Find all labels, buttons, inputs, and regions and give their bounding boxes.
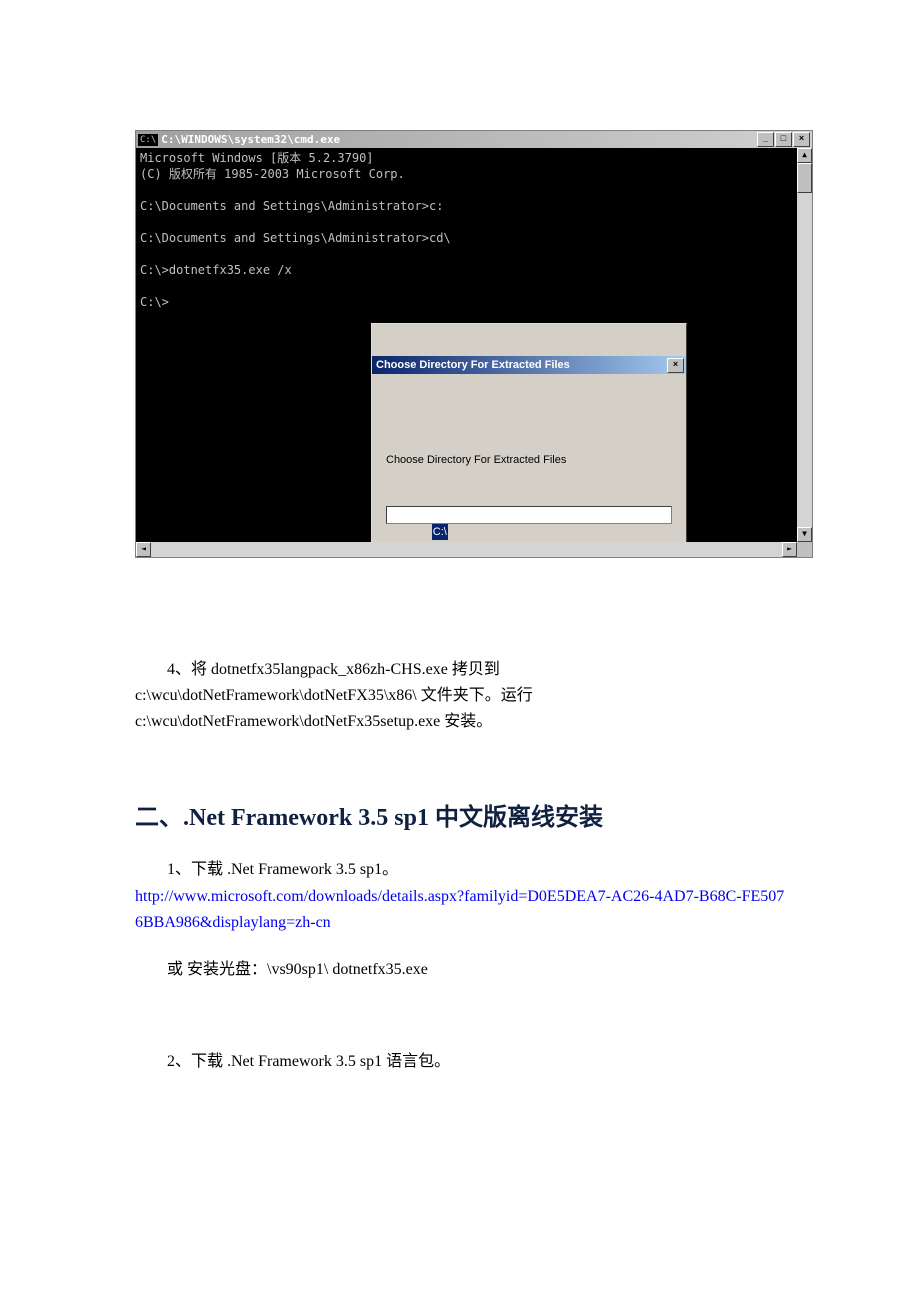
download-link[interactable]: http://www.microsoft.com/downloads/detai… bbox=[135, 884, 785, 936]
paragraph-4-line2: c:\wcu\dotNetFramework\dotNetFX35\x86\ 文… bbox=[135, 684, 785, 708]
vertical-scrollbar[interactable]: ▲ ▼ bbox=[797, 148, 812, 542]
heading-section-2: 二、.Net Framework 3.5 sp1 中文版离线安装 bbox=[135, 806, 785, 830]
scroll-right-icon[interactable]: ► bbox=[782, 542, 797, 557]
cmd-titlebar: C:\ C:\WINDOWS\system32\cmd.exe _ □ × bbox=[136, 131, 812, 148]
or-disc-line: 或 安装光盘：\vs90sp1\ dotnetfx35.exe bbox=[135, 958, 785, 982]
paragraph-4-line1: 4、将 dotnetfx35langpack_x86zh-CHS.exe 拷贝到 bbox=[135, 658, 785, 682]
extract-dialog: Choose Directory For Extracted Files × C… bbox=[371, 323, 687, 542]
horizontal-scrollbar[interactable]: ◄ ► bbox=[136, 542, 797, 557]
cmd-title-text: C:\WINDOWS\system32\cmd.exe bbox=[161, 133, 340, 146]
directory-input[interactable]: C:\ bbox=[386, 506, 672, 524]
dialog-close-button[interactable]: × bbox=[667, 358, 684, 373]
cmd-icon: C:\ bbox=[138, 134, 158, 146]
resize-grip-icon[interactable] bbox=[797, 542, 812, 557]
directory-value: C:\ bbox=[432, 524, 448, 540]
dialog-label: Choose Directory For Extracted Files bbox=[386, 452, 672, 468]
scroll-down-icon[interactable]: ▼ bbox=[797, 527, 812, 542]
cmd-text: Microsoft Windows [版本 5.2.3790] (C) 版权所有… bbox=[140, 151, 451, 309]
step-2: 2、下载 .Net Framework 3.5 sp1 语言包。 bbox=[135, 1050, 785, 1074]
paragraph-4-line3: c:\wcu\dotNetFramework\dotNetFx35setup.e… bbox=[135, 710, 785, 734]
dialog-title: Choose Directory For Extracted Files bbox=[376, 357, 570, 373]
scroll-up-icon[interactable]: ▲ bbox=[797, 148, 812, 163]
scroll-left-icon[interactable]: ◄ bbox=[136, 542, 151, 557]
cmd-window: C:\ C:\WINDOWS\system32\cmd.exe _ □ × Mi… bbox=[135, 130, 813, 558]
minimize-button[interactable]: _ bbox=[757, 132, 774, 147]
hscroll-track[interactable] bbox=[151, 542, 782, 557]
step-1: 1、下载 .Net Framework 3.5 sp1。 bbox=[135, 858, 785, 882]
close-button[interactable]: × bbox=[793, 132, 810, 147]
maximize-button[interactable]: □ bbox=[775, 132, 792, 147]
cmd-output: Microsoft Windows [版本 5.2.3790] (C) 版权所有… bbox=[136, 148, 797, 542]
scroll-thumb[interactable] bbox=[797, 163, 812, 193]
scroll-track[interactable] bbox=[797, 193, 812, 527]
dialog-titlebar: Choose Directory For Extracted Files × bbox=[372, 356, 686, 374]
